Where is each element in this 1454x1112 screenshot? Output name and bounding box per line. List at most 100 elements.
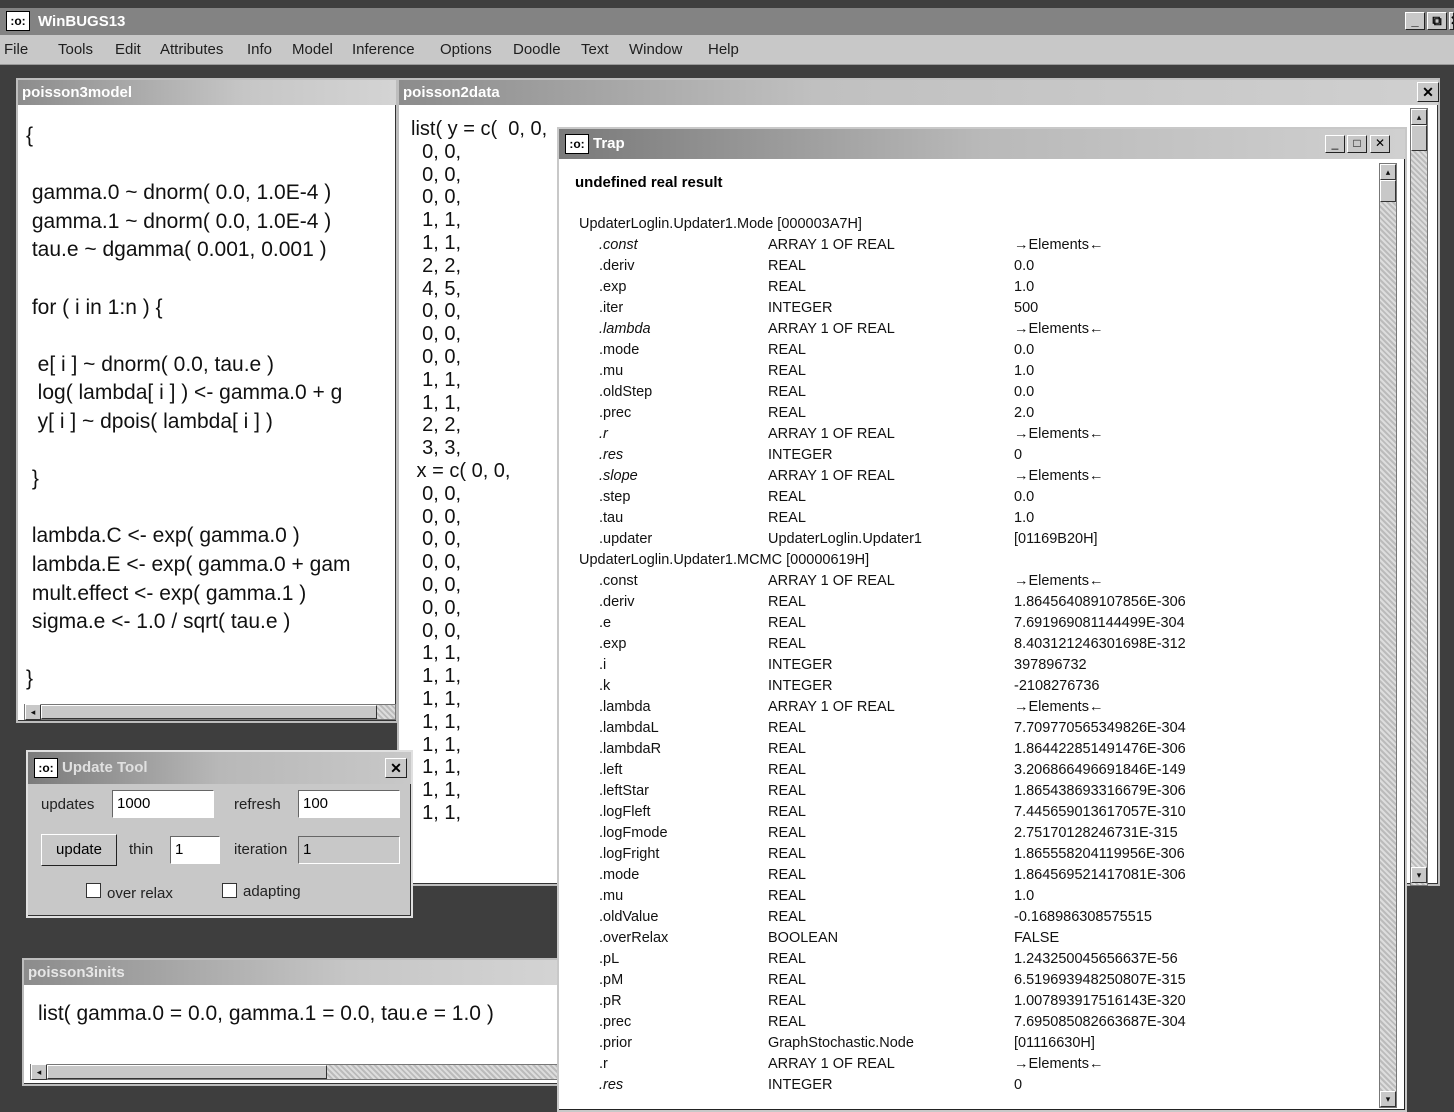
trap-row[interactable]: .mode REAL 0.0 [559, 340, 1369, 361]
trap-row[interactable]: .lambdaR REAL 1.864422851491476E-306 [559, 739, 1369, 760]
trap-row[interactable]: .k INTEGER -2108276736 [559, 676, 1369, 697]
scroll-left-icon[interactable]: ◂ [31, 1064, 47, 1080]
trap-var-value[interactable]: →Elements← [1014, 426, 1103, 442]
menu-info[interactable]: Info [247, 41, 272, 58]
inits-hscrollbar[interactable]: ◂ [30, 1064, 565, 1080]
trap-row[interactable]: .const ARRAY 1 OF REAL →Elements← [559, 571, 1369, 592]
over-relax-checkbox[interactable] [86, 883, 101, 898]
menu-file[interactable]: File [4, 41, 28, 58]
trap-row[interactable]: .left REAL 3.206866496691846E-149 [559, 760, 1369, 781]
trap-var-value[interactable]: →Elements← [1014, 699, 1103, 715]
data-code[interactable]: list( y = c( 0, 0, 0, 0, 0, 0, 0, 0, 1, … [411, 118, 547, 825]
trap-row[interactable]: .i INTEGER 397896732 [559, 655, 1369, 676]
scroll-up-icon[interactable]: ▴ [1380, 164, 1396, 180]
trap-row[interactable]: .r ARRAY 1 OF REAL →Elements← [559, 424, 1369, 445]
trap-row[interactable]: .tau REAL 1.0 [559, 508, 1369, 529]
trap-row[interactable]: .deriv REAL 1.864564089107856E-306 [559, 592, 1369, 613]
model-window-title[interactable]: poisson3model [18, 80, 396, 105]
scroll-thumb[interactable] [47, 1065, 327, 1079]
trap-row[interactable]: .oldValue REAL -0.168986308575515 [559, 907, 1369, 928]
scroll-thumb[interactable] [1411, 125, 1427, 151]
model-code[interactable]: { gamma.0 ~ dnorm( 0.0, 1.0E-4 ) gamma.1… [26, 122, 351, 694]
menu-options[interactable]: Options [440, 41, 492, 58]
trap-row[interactable]: .mu REAL 1.0 [559, 886, 1369, 907]
trap-row[interactable]: .step REAL 0.0 [559, 487, 1369, 508]
menu-text[interactable]: Text [581, 41, 609, 58]
scroll-left-icon[interactable]: ◂ [25, 704, 41, 720]
refresh-input[interactable]: 100 [298, 790, 400, 818]
scroll-thumb[interactable] [41, 705, 377, 719]
thin-input[interactable]: 1 [170, 836, 220, 864]
trap-maximize-icon[interactable]: □ [1347, 135, 1367, 153]
trap-row[interactable]: .deriv REAL 0.0 [559, 256, 1369, 277]
inits-window-title[interactable]: poisson3inits [24, 960, 565, 985]
trap-row[interactable]: .updater UpdaterLoglin.Updater1 [01169B20H… [559, 529, 1369, 550]
trap-row[interactable]: .logFleft REAL 7.445659013617057E-310 [559, 802, 1369, 823]
data-window-title[interactable]: poisson2data [399, 80, 1438, 105]
trap-row[interactable]: .e REAL 7.691969081144499E-304 [559, 613, 1369, 634]
menu-model[interactable]: Model [292, 41, 333, 58]
trap-row[interactable]: .slope ARRAY 1 OF REAL →Elements← [559, 466, 1369, 487]
scroll-down-icon[interactable]: ▾ [1380, 1091, 1396, 1107]
trap-row[interactable]: .logFmode REAL 2.75170128246731E-315 [559, 823, 1369, 844]
bug-icon[interactable]: :o: [565, 134, 589, 154]
updates-input[interactable]: 1000 [112, 790, 214, 818]
trap-window[interactable]: Trap :o: _ □ ✕ undefined real result Upd… [557, 127, 1407, 1112]
trap-var-value[interactable]: →Elements← [1014, 573, 1103, 589]
menu-attributes[interactable]: Attributes [160, 41, 223, 58]
trap-row[interactable]: .iter INTEGER 500 [559, 298, 1369, 319]
trap-row[interactable]: .lambdaL REAL 7.709770565349826E-304 [559, 718, 1369, 739]
trap-close-icon[interactable]: ✕ [1370, 135, 1390, 153]
scroll-thumb[interactable] [1380, 180, 1396, 202]
trap-row[interactable]: .pL REAL 1.243250045656637E-56 [559, 949, 1369, 970]
menu-window[interactable]: Window [629, 41, 682, 58]
trap-row[interactable]: .leftStar REAL 1.865438693316679E-306 [559, 781, 1369, 802]
trap-row[interactable]: .exp REAL 1.0 [559, 277, 1369, 298]
minimize-button[interactable]: _ [1405, 12, 1425, 30]
trap-minimize-icon[interactable]: _ [1325, 135, 1345, 153]
close-button[interactable]: ✕ [1449, 12, 1454, 30]
trap-row[interactable]: .res INTEGER 0 [559, 1075, 1369, 1096]
model-hscrollbar[interactable]: ◂ [24, 704, 396, 720]
inits-code[interactable]: list( gamma.0 = 0.0, gamma.1 = 0.0, tau.… [38, 1000, 494, 1029]
inits-window[interactable]: poisson3inits list( gamma.0 = 0.0, gamma… [22, 958, 567, 1086]
menu-help[interactable]: Help [708, 41, 739, 58]
trap-row[interactable]: .lambda ARRAY 1 OF REAL →Elements← [559, 319, 1369, 340]
menu-doodle[interactable]: Doodle [513, 41, 561, 58]
trap-row[interactable]: .r ARRAY 1 OF REAL →Elements← [559, 1054, 1369, 1075]
trap-row[interactable]: .exp REAL 8.403121246301698E-312 [559, 634, 1369, 655]
update-tool-title[interactable]: Update Tool [28, 752, 411, 784]
update-tool-close-icon[interactable]: ✕ [385, 758, 407, 778]
data-window-close-icon[interactable]: ✕ [1417, 82, 1439, 102]
menu-tools[interactable]: Tools [58, 41, 93, 58]
trap-row[interactable]: .prec REAL 7.695085082663687E-304 [559, 1012, 1369, 1033]
restore-button[interactable]: ⧉ [1427, 12, 1447, 30]
trap-row[interactable]: .mode REAL 1.864569521417081E-306 [559, 865, 1369, 886]
bug-icon[interactable]: :o: [34, 758, 58, 778]
trap-row[interactable]: .res INTEGER 0 [559, 445, 1369, 466]
trap-var-value[interactable]: →Elements← [1014, 237, 1103, 253]
trap-row[interactable]: .oldStep REAL 0.0 [559, 382, 1369, 403]
trap-var-value[interactable]: →Elements← [1014, 1056, 1103, 1072]
trap-row[interactable]: .pR REAL 1.007893917516143E-320 [559, 991, 1369, 1012]
trap-row[interactable]: .const ARRAY 1 OF REAL →Elements← [559, 235, 1369, 256]
trap-section-header[interactable]: UpdaterLoglin.Updater1.MCMC [00000619H] [559, 550, 1369, 571]
bug-icon[interactable]: :o: [6, 11, 30, 31]
menu-edit[interactable]: Edit [115, 41, 141, 58]
trap-var-value[interactable]: →Elements← [1014, 468, 1103, 484]
trap-row[interactable]: .mu REAL 1.0 [559, 361, 1369, 382]
trap-row[interactable]: .overRelax BOOLEAN FALSE [559, 928, 1369, 949]
trap-row[interactable]: .logFright REAL 1.865558204119956E-306 [559, 844, 1369, 865]
menu-inference[interactable]: Inference [352, 41, 415, 58]
trap-row[interactable]: .prior GraphStochastic.Node [01116630H] [559, 1033, 1369, 1054]
scroll-down-icon[interactable]: ▾ [1411, 867, 1427, 883]
update-tool-window[interactable]: Update Tool :o: ✕ updates 1000 refresh 1… [26, 750, 413, 918]
adapting-checkbox[interactable] [222, 883, 237, 898]
trap-row[interactable]: .pM REAL 6.519693948250807E-315 [559, 970, 1369, 991]
data-vscrollbar[interactable]: ▴ ▾ [1410, 108, 1428, 886]
trap-row[interactable]: .prec REAL 2.0 [559, 403, 1369, 424]
trap-vscrollbar[interactable]: ▴ ▾ [1379, 163, 1397, 1108]
trap-row[interactable]: .lambda ARRAY 1 OF REAL →Elements← [559, 697, 1369, 718]
scroll-up-icon[interactable]: ▴ [1411, 109, 1427, 125]
model-window[interactable]: poisson3model { gamma.0 ~ dnorm( 0.0, 1.… [16, 78, 398, 723]
